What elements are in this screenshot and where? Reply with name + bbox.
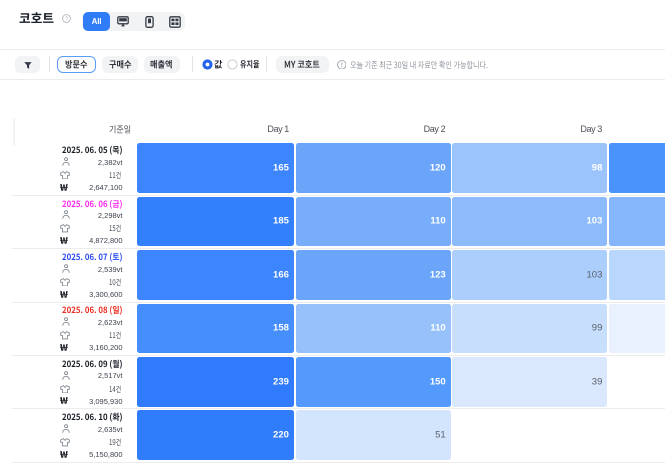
svg-text:?: ? bbox=[64, 16, 67, 22]
